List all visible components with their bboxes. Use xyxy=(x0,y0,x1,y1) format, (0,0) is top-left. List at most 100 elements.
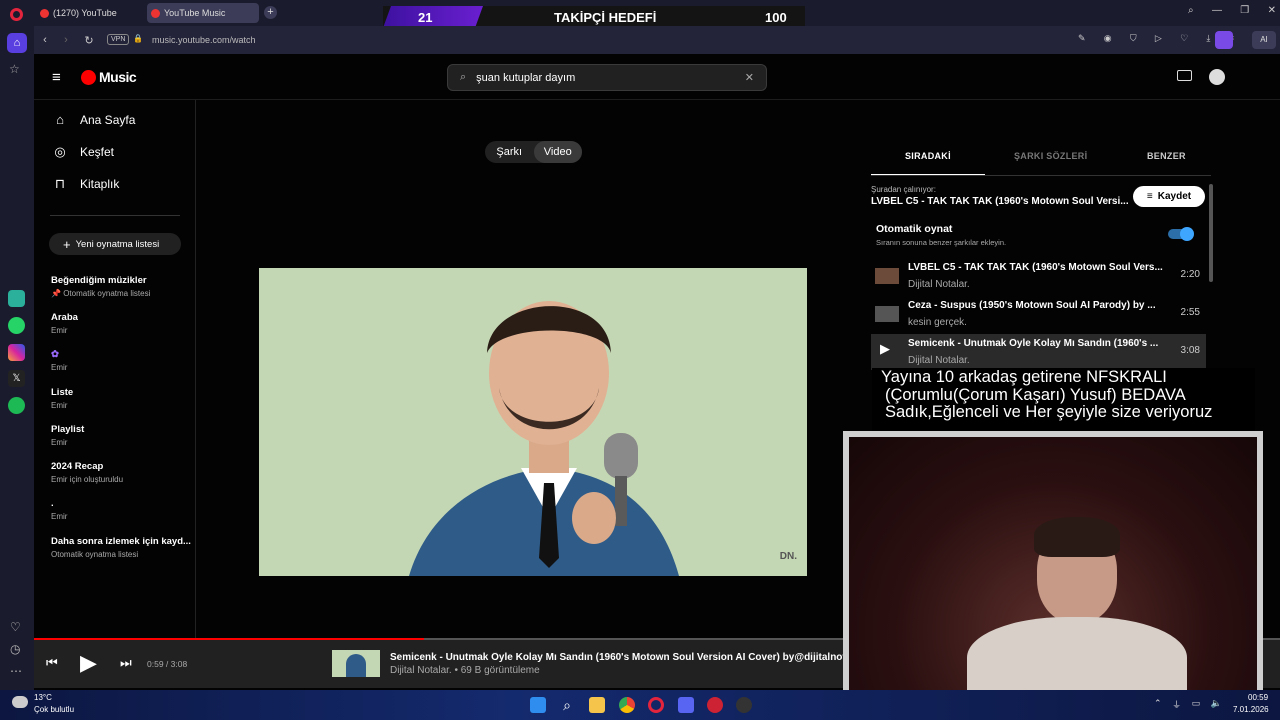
nav-label: Ana Sayfa xyxy=(80,112,136,127)
tab-youtube-music[interactable]: YouTube Music xyxy=(147,3,259,23)
playlist-item[interactable]: Daha sonra izlemek için kayd... Otomatik… xyxy=(51,536,191,559)
queue-item-playing[interactable]: ▶ Semicenk - Unutmak Öyle Kolay Mı Sandı… xyxy=(871,334,1206,370)
opera-logo-icon[interactable] xyxy=(10,8,23,21)
pin-icon[interactable]: ☆ xyxy=(9,62,20,76)
avatar[interactable] xyxy=(1209,69,1225,85)
camera-icon[interactable]: ◉ xyxy=(1104,33,1112,47)
chatgpt-icon[interactable] xyxy=(8,290,25,307)
weather-temp: 13°C xyxy=(34,693,52,702)
search-bar[interactable]: ⌕ şuan kutuplar dayım ✕ xyxy=(447,64,767,91)
playlist-item[interactable]: Araba Emir xyxy=(51,312,78,335)
tray-icons: ⌃ ⏚ ▭ 🔈 xyxy=(1154,698,1222,710)
minimize-icon[interactable]: — xyxy=(1212,5,1222,21)
artwork-illustration xyxy=(259,268,807,576)
play-pause-button[interactable]: ▶ xyxy=(80,650,97,676)
chevron-up-icon[interactable]: ⌃ xyxy=(1154,698,1162,710)
song-tab[interactable]: Şarkı xyxy=(485,141,534,163)
play-icon[interactable]: ▷ xyxy=(1155,33,1162,47)
song-video-toggle: Şarkı Video xyxy=(485,141,582,163)
queue-artist: Dijital Notalar. xyxy=(908,279,970,290)
overlay-line-2: (Çorumlu(Çorum Kaşarı) Yusuf) BEDAVA xyxy=(885,385,1186,404)
home-icon[interactable]: ⌂ xyxy=(7,33,27,53)
microphone-icon[interactable] xyxy=(707,697,723,713)
new-playlist-button[interactable]: + Yeni oynatma listesi xyxy=(49,233,181,255)
playlist-item[interactable]: Beğendiğim müzikler 📌 Otomatik oynatma l… xyxy=(51,275,150,298)
save-button[interactable]: ≡ Kaydet xyxy=(1133,186,1205,207)
edit-icon[interactable]: ✎ xyxy=(1078,33,1086,47)
queue-duration: 3:08 xyxy=(1180,345,1200,356)
shield-icon[interactable]: ⛉ xyxy=(1130,33,1137,47)
video-tab[interactable]: Video xyxy=(533,141,582,163)
usb-icon[interactable]: ⏚ xyxy=(1172,698,1181,710)
instagram-icon[interactable] xyxy=(8,344,25,361)
back-icon[interactable]: ‹ xyxy=(37,32,53,48)
profile-icon[interactable] xyxy=(1215,31,1233,49)
playlist-sub: Emir xyxy=(51,363,68,372)
clock-date[interactable]: 7.01.2026 xyxy=(1233,705,1269,714)
chrome-icon[interactable] xyxy=(619,697,635,713)
search-input[interactable]: şuan kutuplar dayım xyxy=(476,72,745,84)
tab-youtube[interactable]: (1270) YouTube xyxy=(36,3,144,23)
file-explorer-icon[interactable] xyxy=(589,697,605,713)
cast-icon[interactable] xyxy=(1177,70,1192,81)
now-playing-title[interactable]: Semicenk - Unutmak Öyle Kolay Mı Sandın … xyxy=(390,652,850,663)
queue-item[interactable]: LVBEL C5 - TAK TAK TAK (1960's Motown So… xyxy=(871,258,1206,294)
youtube-music-logo-icon xyxy=(81,69,96,85)
reload-icon[interactable]: ↻ xyxy=(81,32,97,48)
autoplay-toggle[interactable] xyxy=(1168,227,1194,241)
playlist-item[interactable]: Liste Emir xyxy=(51,387,73,410)
aria-ai-button[interactable]: AI xyxy=(1252,31,1276,49)
tab-label: (1270) YouTube xyxy=(53,8,117,18)
heart-icon[interactable]: ♡ xyxy=(10,620,21,634)
nav-library[interactable]: ⊓ Kitaplık xyxy=(50,176,119,192)
search-icon[interactable]: ⌕ xyxy=(559,697,575,713)
video-artwork[interactable]: DN. xyxy=(259,268,807,576)
hamburger-icon[interactable]: ≡ xyxy=(52,69,61,86)
clear-search-icon[interactable]: ✕ xyxy=(745,71,754,84)
heart-icon[interactable]: ♡ xyxy=(1180,33,1188,47)
tab-lyrics[interactable]: ŞARKI SÖZLERİ xyxy=(1014,151,1087,161)
tab-up-next[interactable]: SIRADAKİ xyxy=(905,151,951,161)
playlist-sub: Emir xyxy=(51,512,68,521)
playing-from-title: LVBEL C5 - TAK TAK TAK (1960's Motown So… xyxy=(871,196,1129,207)
queue-item[interactable]: Ceza - Suspus (1950's Motown Soul AI Par… xyxy=(871,296,1206,332)
tab-related[interactable]: BENZER xyxy=(1147,151,1186,161)
next-icon[interactable]: ⏭ xyxy=(120,655,132,671)
new-tab-button[interactable]: + xyxy=(264,6,277,19)
whatsapp-icon[interactable] xyxy=(8,317,25,334)
spotify-icon[interactable] xyxy=(8,397,25,414)
playlist-item[interactable]: . Emir xyxy=(51,498,67,521)
nav-home[interactable]: ⌂ Ana Sayfa xyxy=(50,112,135,127)
queue-scrollbar[interactable] xyxy=(1209,184,1213,282)
more-icon[interactable]: ⋯ xyxy=(10,664,22,678)
forward-icon[interactable]: › xyxy=(58,32,74,48)
playlist-item[interactable]: Playlist Emir xyxy=(51,424,84,447)
weather-icon[interactable] xyxy=(12,696,28,708)
playlist-item[interactable]: ✿ Emir xyxy=(51,349,67,372)
webcam-person-body xyxy=(967,617,1187,696)
download-icon[interactable]: ⤓ xyxy=(1206,33,1210,47)
monitor-icon[interactable]: ▭ xyxy=(1192,698,1201,710)
close-window-icon[interactable]: ✕ xyxy=(1268,5,1276,21)
now-playing-thumbnail[interactable] xyxy=(332,650,380,677)
autoplay-title: Otomatik oynat xyxy=(876,223,953,235)
obs-icon[interactable] xyxy=(736,697,752,713)
maximize-icon[interactable]: ❐ xyxy=(1240,5,1249,21)
opera-icon[interactable] xyxy=(648,697,664,713)
previous-icon[interactable]: ⏮ xyxy=(46,655,58,671)
playlist-item[interactable]: 2024 Recap Emir için oluşturuldu xyxy=(51,461,123,484)
vpn-badge[interactable]: VPN xyxy=(107,34,130,45)
nav-label: Keşfet xyxy=(80,145,115,159)
history-icon[interactable]: ◷ xyxy=(10,642,20,656)
queue-title: LVBEL C5 - TAK TAK TAK (1960's Motown So… xyxy=(908,262,1163,273)
volume-icon[interactable]: 🔈 xyxy=(1211,698,1222,710)
nav-label: Kitaplık xyxy=(80,177,120,191)
discord-icon[interactable] xyxy=(678,697,694,713)
nav-explore[interactable]: ◎ Keşfet xyxy=(50,144,114,160)
clock-time[interactable]: 00:59 xyxy=(1248,693,1268,702)
queue-artist: Dijital Notalar. xyxy=(908,355,970,366)
x-icon[interactable]: 𝕏 xyxy=(8,370,25,387)
windows-start-icon[interactable] xyxy=(530,697,546,713)
search-tabs-icon[interactable]: ⌕ xyxy=(1188,5,1194,21)
music-logo[interactable]: Music xyxy=(81,69,137,85)
